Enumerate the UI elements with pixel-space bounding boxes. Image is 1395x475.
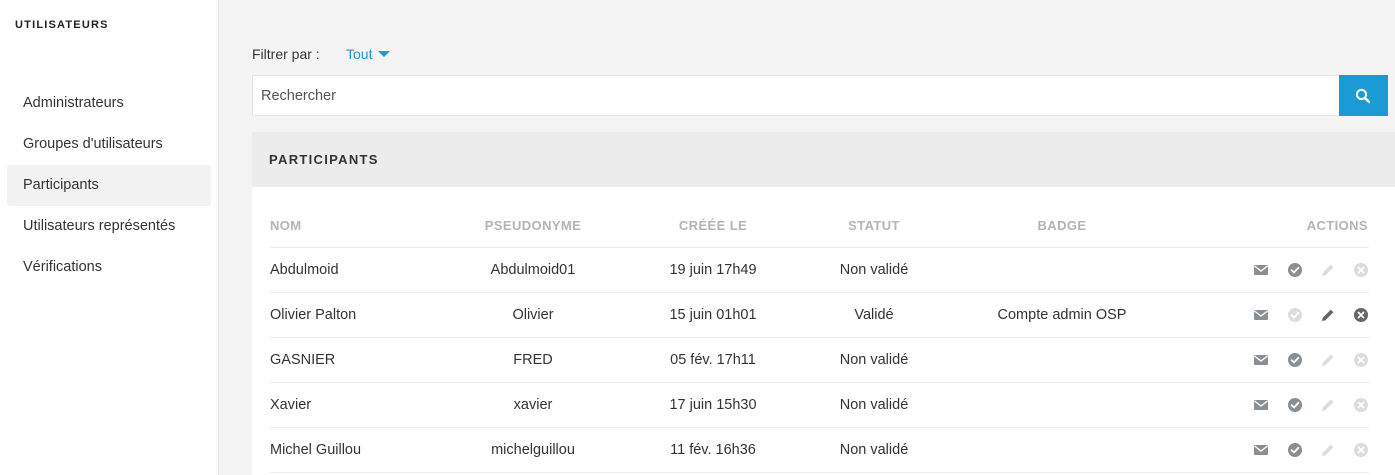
search-input[interactable] xyxy=(252,75,1340,116)
pencil-icon[interactable] xyxy=(1320,397,1336,413)
cell-pseudonyme: FRED xyxy=(513,352,553,368)
row-divider xyxy=(270,292,1369,293)
cell-creee-le: 15 juin 01h01 xyxy=(669,307,757,323)
envelope-icon[interactable] xyxy=(1253,397,1269,413)
filter-label: Filtrer par : xyxy=(252,46,320,62)
close-circle-icon[interactable] xyxy=(1353,442,1369,458)
sidebar-item-administrateurs[interactable]: Administrateurs xyxy=(7,83,211,124)
cell-creee-le: 17 juin 15h30 xyxy=(669,397,757,413)
cell-statut: Non validé xyxy=(839,442,909,458)
search-bar xyxy=(252,75,1388,116)
row-divider xyxy=(270,337,1369,338)
check-circle-icon[interactable] xyxy=(1287,262,1303,278)
sidebar-item-verifications[interactable]: Vérifications xyxy=(7,247,211,288)
close-circle-icon[interactable] xyxy=(1353,352,1369,368)
sidebar-item-utilisateurs-representes[interactable]: Utilisateurs représentés xyxy=(7,206,211,247)
sidebar-title: UTILISATEURS xyxy=(15,19,109,31)
participants-panel: PARTICIPANTS NOM PSEUDONYME CRÉÉE LE STA… xyxy=(252,132,1395,475)
search-button[interactable] xyxy=(1339,75,1388,116)
cell-creee-le: 19 juin 17h49 xyxy=(669,262,757,278)
check-circle-icon[interactable] xyxy=(1287,397,1303,413)
envelope-icon[interactable] xyxy=(1253,262,1269,278)
caret-down-icon xyxy=(378,51,391,57)
column-header-pseudonyme: PSEUDONYME xyxy=(484,218,582,233)
row-divider xyxy=(270,427,1369,428)
filter-value: Tout xyxy=(346,46,373,62)
sidebar: UTILISATEURS Administrateurs Groupes d'u… xyxy=(0,0,219,475)
cell-creee-le: 11 fév. 16h36 xyxy=(670,442,756,458)
row-divider xyxy=(270,382,1369,383)
column-header-actions: ACTIONS xyxy=(1306,218,1368,233)
cell-pseudonyme: michelguillou xyxy=(491,442,575,458)
cell-statut: Non validé xyxy=(839,262,909,278)
pencil-icon[interactable] xyxy=(1320,352,1336,368)
pencil-icon[interactable] xyxy=(1320,262,1336,278)
pencil-icon[interactable] xyxy=(1320,307,1336,323)
sidebar-item-groupes[interactable]: Groupes d'utilisateurs xyxy=(7,124,211,165)
check-circle-icon[interactable] xyxy=(1287,352,1303,368)
column-header-statut: STATUT xyxy=(848,218,900,233)
close-circle-icon[interactable] xyxy=(1353,262,1369,278)
envelope-icon[interactable] xyxy=(1253,352,1269,368)
row-divider xyxy=(270,247,1369,248)
cell-badge: Compte admin OSP xyxy=(997,307,1127,323)
sidebar-item-participants[interactable]: Participants xyxy=(7,165,211,206)
cell-nom: GASNIER xyxy=(270,352,336,368)
column-header-nom: NOM xyxy=(270,218,302,233)
panel-title: PARTICIPANTS xyxy=(252,132,1395,187)
cell-pseudonyme: xavier xyxy=(513,397,553,413)
cell-nom: Olivier Palton xyxy=(270,307,357,323)
cell-creee-le: 05 fév. 17h11 xyxy=(670,352,756,368)
row-divider xyxy=(270,472,1369,473)
check-circle-icon[interactable] xyxy=(1287,442,1303,458)
cell-nom: Michel Guillou xyxy=(270,442,362,458)
column-header-badge: BADGE xyxy=(1037,218,1087,233)
cell-pseudonyme: Abdulmoid01 xyxy=(490,262,576,278)
cell-statut: Non validé xyxy=(839,352,909,368)
cell-statut: Non validé xyxy=(839,397,909,413)
cell-nom: Xavier xyxy=(270,397,312,413)
close-circle-icon[interactable] xyxy=(1353,307,1369,323)
cell-pseudonyme: Olivier xyxy=(512,307,554,323)
check-circle-icon[interactable] xyxy=(1287,307,1303,323)
envelope-icon[interactable] xyxy=(1253,307,1269,323)
pencil-icon[interactable] xyxy=(1320,442,1336,458)
search-icon xyxy=(1355,88,1371,104)
close-circle-icon[interactable] xyxy=(1353,397,1369,413)
cell-statut: Validé xyxy=(854,307,894,323)
filter-dropdown[interactable]: Tout xyxy=(346,44,391,64)
cell-nom: Abdulmoid xyxy=(270,262,339,278)
filter-row: Filtrer par : Tout xyxy=(252,44,391,64)
column-header-creee-le: CRÉÉE LE xyxy=(678,218,748,233)
envelope-icon[interactable] xyxy=(1253,442,1269,458)
